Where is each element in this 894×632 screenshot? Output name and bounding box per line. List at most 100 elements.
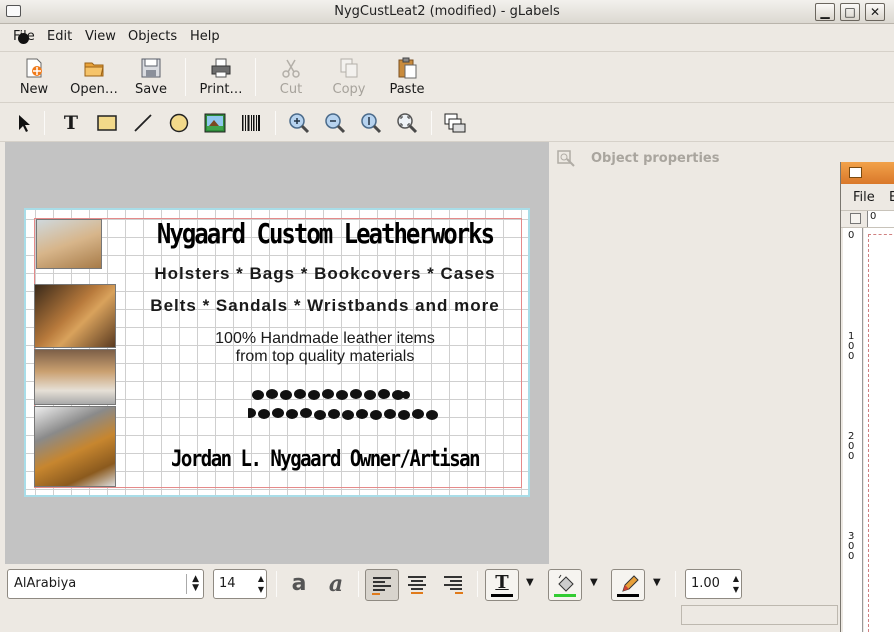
toolbar-separator <box>276 571 277 597</box>
minimize-button[interactable]: ▁ <box>815 3 835 21</box>
save-button[interactable]: Save <box>125 56 177 100</box>
fill-color-swatch <box>554 594 576 597</box>
align-left-icon <box>372 577 391 595</box>
bold-button[interactable]: a <box>282 569 316 601</box>
second-window-menu-edit[interactable]: E <box>889 190 894 205</box>
printer-icon <box>211 58 231 78</box>
label-title-text[interactable]: Nygaard Custom Leatherworks <box>74 218 576 250</box>
ruler-corner-icon <box>850 213 861 224</box>
paste-button[interactable]: Paste <box>381 56 433 100</box>
barcode-tool-icon[interactable] <box>239 111 263 135</box>
ruler-v100-label: 1 0 0 <box>848 331 855 362</box>
zoom-100-icon[interactable] <box>359 111 383 135</box>
line-color-swatch <box>617 594 639 597</box>
second-window-app-icon <box>849 167 862 178</box>
menu-edit[interactable]: Edit <box>47 29 72 44</box>
align-center-icon <box>408 576 426 594</box>
ruler-v300-label: 3 0 0 <box>848 531 855 562</box>
toolbar-separator <box>255 58 256 96</box>
ruler-v0-label: 0 <box>848 230 855 241</box>
italic-button[interactable]: a <box>319 569 353 601</box>
font-family-combo[interactable]: AlArabiya ▲ ▼ <box>7 569 204 599</box>
toolbar-separator <box>44 111 45 135</box>
open-button[interactable]: Open… <box>66 56 122 100</box>
new-document-icon <box>26 58 42 78</box>
menu-objects[interactable]: Objects <box>128 29 177 44</box>
line-color-dropdown-icon[interactable]: ▼ <box>653 577 661 588</box>
label-line1-text[interactable]: Holsters * Bags * Bookcovers * Cases <box>74 264 576 284</box>
line-width-value: 1.00 <box>691 576 720 591</box>
copy-icon <box>340 58 358 78</box>
toolbar-separator <box>675 571 676 597</box>
menu-bar: File Edit View Objects Help <box>0 25 894 49</box>
second-window-label-outline <box>868 234 894 632</box>
zoom-fit-icon[interactable] <box>395 111 419 135</box>
toolbar-separator <box>185 58 186 96</box>
print-button[interactable]: Print… <box>195 56 247 100</box>
toolbar-separator <box>477 571 478 597</box>
second-window-menu-file[interactable]: File <box>853 190 875 205</box>
ruler-v200-label: 2 0 0 <box>848 431 855 462</box>
zoom-in-icon[interactable] <box>287 111 311 135</box>
spin-arrows-icon[interactable]: ▲ ▼ <box>258 573 264 595</box>
label-line3-text[interactable]: 100% Handmade leather items <box>74 330 576 348</box>
second-window-titlebar[interactable] <box>841 162 894 184</box>
status-bar <box>0 603 845 629</box>
toolbar-separator <box>431 111 432 135</box>
second-window[interactable]: File E 0 0 1 0 0 2 0 0 3 0 0 <box>840 162 894 632</box>
label-page[interactable]: Nygaard Custom Leatherworks Holsters * B… <box>24 208 530 497</box>
line-width-spin[interactable]: 1.00 ▲ ▼ <box>685 569 742 599</box>
open-folder-icon <box>84 62 104 77</box>
copy-label: Copy <box>332 82 366 97</box>
align-center-button[interactable] <box>401 569 435 601</box>
save-floppy-icon <box>141 58 161 78</box>
menu-help[interactable]: Help <box>190 29 220 44</box>
combo-arrows-icon: ▲ ▼ <box>192 574 199 593</box>
glabels-window: NygCustLeat2 (modified) - gLabels ▁ □ ✕ … <box>0 0 894 632</box>
status-message <box>0 605 676 625</box>
font-family-value: AlArabiya <box>14 576 77 591</box>
mouse-cursor-icon <box>18 33 29 44</box>
fill-color-button[interactable] <box>548 569 582 601</box>
second-window-canvas <box>864 228 894 632</box>
title-bar: NygCustLeat2 (modified) - gLabels ▁ □ ✕ <box>0 0 894 24</box>
cut-button[interactable]: Cut <box>265 56 317 100</box>
spin-arrows-icon[interactable]: ▲ ▼ <box>733 573 739 595</box>
new-button[interactable]: New <box>8 56 60 100</box>
ruler-zero-label: 0 <box>867 211 894 227</box>
text-color-button[interactable]: T <box>485 569 519 601</box>
status-cursor-info <box>681 605 838 625</box>
zoom-out-icon[interactable] <box>323 111 347 135</box>
ellipse-tool-icon[interactable] <box>167 111 191 135</box>
line-color-button[interactable] <box>611 569 645 601</box>
box-tool-icon[interactable] <box>95 111 119 135</box>
menu-view[interactable]: View <box>85 29 116 44</box>
save-label: Save <box>135 82 167 97</box>
properties-header: Object properties <box>591 151 720 166</box>
close-button[interactable]: ✕ <box>865 3 885 21</box>
second-window-ruler-vertical: 0 1 0 0 2 0 0 3 0 0 <box>843 228 863 632</box>
align-left-button[interactable] <box>365 569 399 601</box>
maximize-button[interactable]: □ <box>840 3 860 21</box>
align-right-icon <box>444 576 463 594</box>
line-tool-icon[interactable] <box>131 111 155 135</box>
label-line4-text[interactable]: from top quality materials <box>74 348 576 366</box>
align-right-button[interactable] <box>437 569 471 601</box>
label-line2-text[interactable]: Belts * Sandals * Wristbands and more <box>74 296 576 316</box>
combo-divider <box>186 574 187 594</box>
redacted-contact-text[interactable] <box>248 386 448 424</box>
font-size-spin[interactable]: 14 ▲ ▼ <box>213 569 267 599</box>
text-tool-icon[interactable]: T <box>59 111 83 135</box>
second-window-ruler-horizontal: 0 <box>841 210 894 228</box>
fill-color-dropdown-icon[interactable]: ▼ <box>590 577 598 588</box>
label-canvas[interactable]: Nygaard Custom Leatherworks Holsters * B… <box>5 142 549 564</box>
format-toolbar: AlArabiya ▲ ▼ 14 ▲ ▼ a a T ▼ ▼ ▼ 1.00 ▲ … <box>0 565 845 603</box>
text-color-dropdown-icon[interactable]: ▼ <box>526 577 534 588</box>
copy-button[interactable]: Copy <box>323 56 375 100</box>
cut-label: Cut <box>279 82 303 97</box>
print-label: Print… <box>199 82 243 97</box>
image-tool-icon[interactable] <box>203 111 227 135</box>
label-owner-text[interactable]: Jordan L. Nygaard Owner/Artisan <box>74 446 576 471</box>
merge-properties-icon[interactable] <box>443 111 467 135</box>
arrow-select-icon[interactable] <box>12 111 36 135</box>
